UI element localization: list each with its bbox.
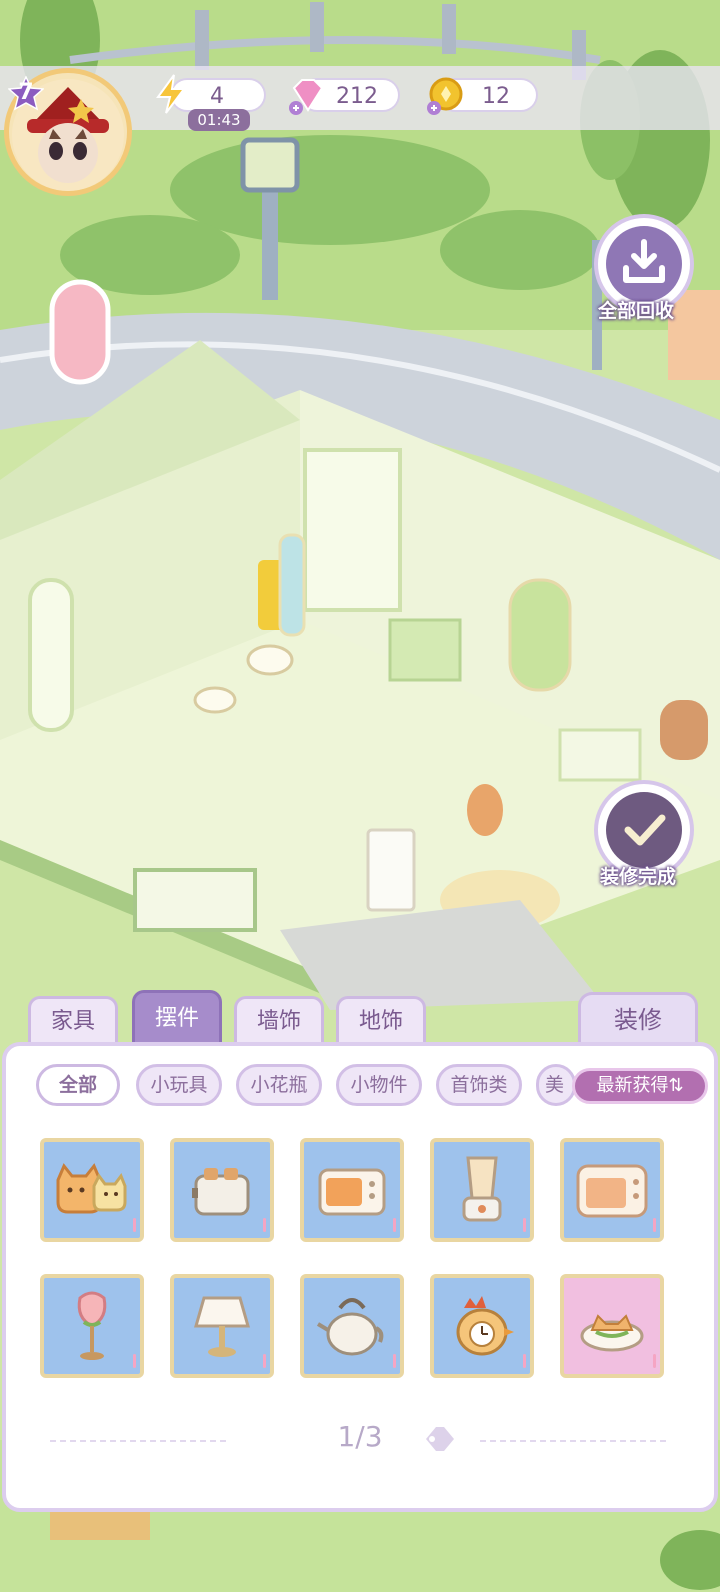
item-slot[interactable] — [40, 1138, 144, 1242]
decorate-tab[interactable]: 装修 — [578, 992, 698, 1044]
category-vases[interactable]: 小花瓶 — [236, 1064, 322, 1106]
gem-value: 212 — [336, 84, 378, 109]
toaster-icon — [192, 1168, 250, 1216]
cat-bowl-icon — [580, 1314, 644, 1352]
table-lamp-icon — [194, 1296, 250, 1357]
tab-ornaments[interactable]: 摆件 — [132, 990, 222, 1044]
item-slot[interactable] — [430, 1138, 534, 1242]
recycle-all-label: 全部回收 — [598, 300, 675, 322]
item-slot[interactable] — [40, 1274, 144, 1378]
tab-floor-decor[interactable]: 地饰 — [336, 996, 426, 1044]
finish-decorating-label: 装修完成 — [600, 866, 677, 888]
energy-value: 4 — [210, 84, 224, 109]
level-number: 7 — [18, 80, 34, 105]
category-all[interactable]: 全部 — [36, 1064, 120, 1106]
oven-icon — [576, 1164, 648, 1218]
next-page-arrow-icon[interactable] — [420, 1422, 460, 1456]
teapot-icon — [316, 1298, 384, 1356]
item-slot[interactable] — [430, 1274, 534, 1378]
lightning-icon — [156, 74, 186, 114]
item-slot[interactable] — [560, 1274, 664, 1378]
microwave-icon — [318, 1168, 386, 1216]
pager-divider-right — [480, 1440, 670, 1442]
checkmark-icon — [624, 814, 666, 846]
tab-wall-decor[interactable]: 墙饰 — [234, 996, 324, 1044]
download-tray-icon — [623, 239, 665, 283]
pager-divider-left — [50, 1440, 230, 1442]
category-small-items[interactable]: 小物件 — [336, 1064, 422, 1106]
item-slot[interactable] — [170, 1274, 274, 1378]
energy-timer: 01:43 — [188, 109, 250, 131]
item-slot[interactable] — [300, 1138, 404, 1242]
category-jewelry[interactable]: 首饰类 — [436, 1064, 522, 1106]
coin-icon — [427, 77, 463, 115]
gem-icon — [289, 79, 324, 115]
category-toys[interactable]: 小玩具 — [136, 1064, 222, 1106]
category-beauty[interactable]: 美 — [536, 1064, 576, 1106]
coin-value: 12 — [482, 84, 510, 109]
item-slot[interactable] — [300, 1274, 404, 1378]
blender-icon — [462, 1156, 502, 1222]
item-slot[interactable] — [170, 1138, 274, 1242]
sort-newest-button[interactable]: 最新获得⇅ — [572, 1068, 708, 1104]
tab-furniture[interactable]: 家具 — [28, 996, 118, 1044]
cat-cushion-icon — [56, 1163, 127, 1214]
item-slot[interactable] — [560, 1138, 664, 1242]
chicken-clock-icon — [456, 1296, 514, 1356]
page-indicator: 1/3 — [337, 1420, 383, 1453]
level-badge: 7 — [7, 75, 45, 112]
tulip-lamp-icon — [77, 1291, 107, 1360]
